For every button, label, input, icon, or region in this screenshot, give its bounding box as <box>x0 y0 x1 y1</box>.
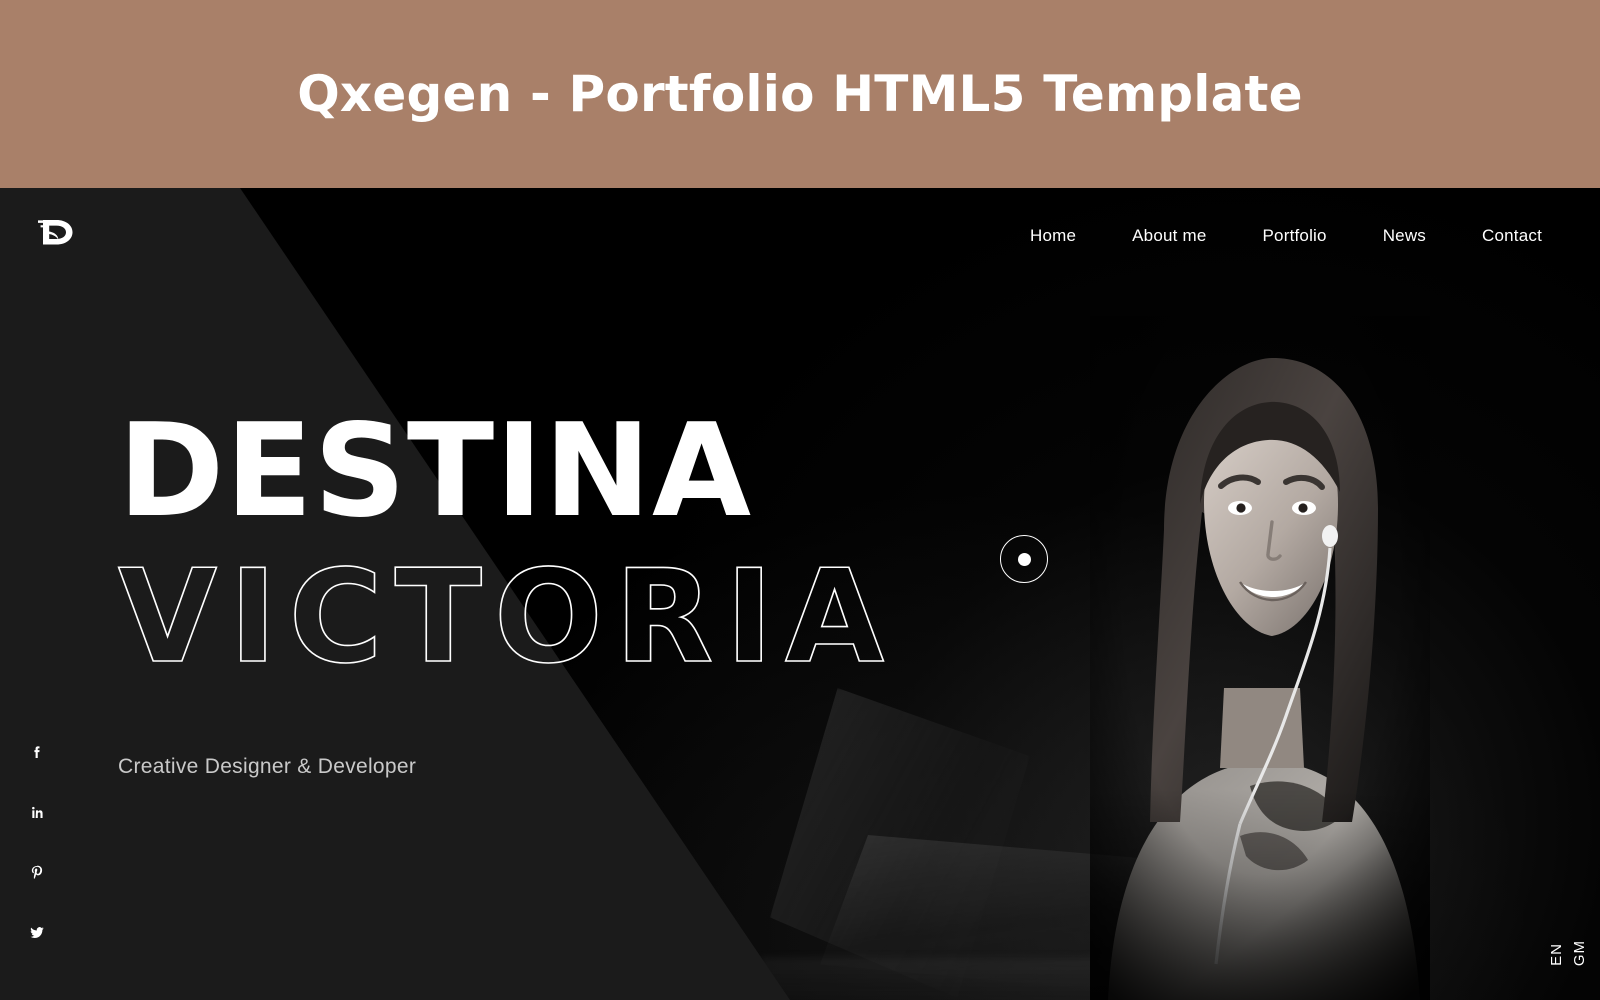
hero-headline: DESTINA VICTORIA Creative Designer & Dev… <box>117 397 896 779</box>
banner-title: Qxegen - Portfolio HTML5 Template <box>297 65 1303 123</box>
linkedin-icon[interactable] <box>20 796 54 830</box>
nav-link-contact[interactable]: Contact <box>1454 226 1570 246</box>
hero-tagline: Creative Designer & Developer <box>118 755 417 779</box>
page-banner: Qxegen - Portfolio HTML5 Template <box>0 0 1600 188</box>
nav-link-news[interactable]: News <box>1355 226 1454 246</box>
language-option-en[interactable]: EN <box>1548 943 1565 966</box>
pinterest-icon[interactable] <box>20 856 54 890</box>
nav-links: Home About me Portfolio News Contact <box>1002 188 1570 284</box>
facebook-icon[interactable] <box>20 736 54 770</box>
social-links-rail <box>20 736 54 950</box>
nav-link-about-me[interactable]: About me <box>1104 226 1234 246</box>
site-logo[interactable] <box>26 204 82 260</box>
custom-cursor-ring <box>1000 535 1048 583</box>
hero-first-name: DESTINA <box>118 397 752 546</box>
custom-cursor-dot <box>1017 552 1031 566</box>
top-navigation-bar: Home About me Portfolio News Contact <box>0 188 1600 284</box>
language-option-gm[interactable]: GM <box>1571 940 1588 966</box>
twitter-icon[interactable] <box>20 916 54 950</box>
hero-section: DESTINA VICTORIA Creative Designer & Dev… <box>0 188 1600 1000</box>
page-root: Qxegen - Portfolio HTML5 Template DESTIN… <box>0 0 1600 1000</box>
language-switcher: GM EN <box>1548 940 1588 966</box>
nav-link-portfolio[interactable]: Portfolio <box>1235 226 1355 246</box>
portrait-photo <box>1090 316 1430 1000</box>
hero-last-name: VICTORIA <box>117 542 896 692</box>
nav-link-home[interactable]: Home <box>1002 226 1104 246</box>
